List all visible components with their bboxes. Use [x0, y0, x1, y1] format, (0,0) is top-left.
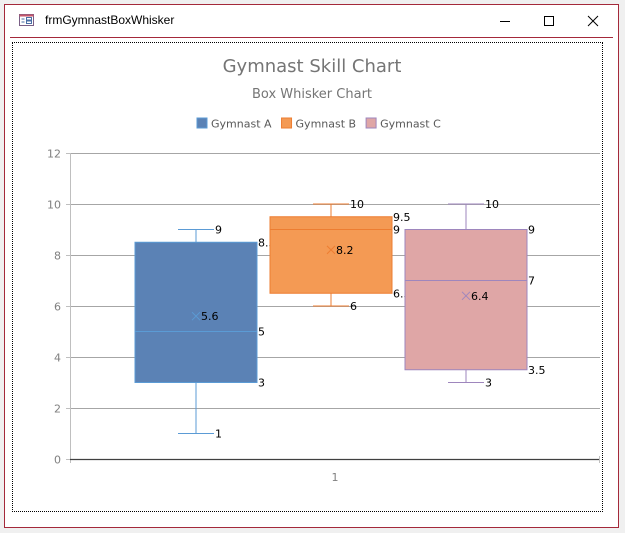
q3-label: 9: [528, 224, 535, 237]
q1-label: 3.5: [528, 364, 546, 377]
median-label: 9: [393, 224, 400, 237]
y-tick-label: 6: [54, 301, 61, 314]
legend-label: Gymnast B: [296, 118, 357, 131]
median-label: 5: [258, 326, 265, 339]
legend-item: Gymnast A: [196, 117, 272, 131]
max-label: 10: [350, 198, 364, 211]
legend-swatch: [365, 117, 377, 129]
x-axis: 1: [70, 456, 600, 484]
min-label: 1: [215, 428, 222, 441]
box-body: [134, 241, 258, 383]
legend: Gymnast A Gymnast B Gymnast C: [196, 117, 441, 131]
max-label: 9: [215, 224, 222, 237]
box-whisker-chart: Gymnast Skill Chart Box Whisker Chart Gy…: [47, 56, 600, 484]
legend-swatch: [196, 117, 208, 129]
y-axis: 0 2 4 6 8 10 12: [47, 148, 71, 467]
mean-label: 6.4: [471, 290, 489, 303]
chart-title: Gymnast Skill Chart: [223, 56, 402, 77]
box-gymnast-c: 10 3 9 7 3.5 6.4: [404, 198, 546, 390]
box-gymnast-a: 918.5535.6: [134, 224, 276, 441]
max-label: 10: [485, 198, 499, 211]
x-tick-label: 1: [332, 471, 339, 484]
legend-label: Gymnast A: [211, 118, 272, 131]
q1-label: 3: [258, 377, 265, 390]
mean-label: 5.6: [201, 310, 219, 323]
y-tick-label: 8: [54, 250, 61, 263]
box-body: [404, 229, 528, 371]
mean-label: 8.2: [336, 244, 354, 257]
y-tick-label: 10: [47, 199, 61, 212]
legend-item: Gymnast B: [281, 117, 357, 131]
y-tick-label: 12: [47, 148, 61, 161]
q3-label: 9.5: [393, 211, 411, 224]
box-body: [269, 216, 393, 294]
legend-swatch: [281, 117, 293, 129]
min-label: 3: [485, 377, 492, 390]
y-tick-label: 4: [54, 352, 61, 365]
chart-subtitle: Box Whisker Chart: [252, 87, 372, 102]
median-label: 7: [528, 275, 535, 288]
y-tick-label: 0: [54, 454, 61, 467]
boxes: 918.5535.61069.596.58.2103973.56.4: [134, 198, 546, 441]
box-gymnast-b: 1069.596.58.2: [269, 198, 411, 313]
legend-label: Gymnast C: [380, 118, 441, 131]
min-label: 6: [350, 300, 357, 313]
y-tick-label: 2: [54, 403, 61, 416]
legend-item: Gymnast C: [365, 117, 441, 131]
